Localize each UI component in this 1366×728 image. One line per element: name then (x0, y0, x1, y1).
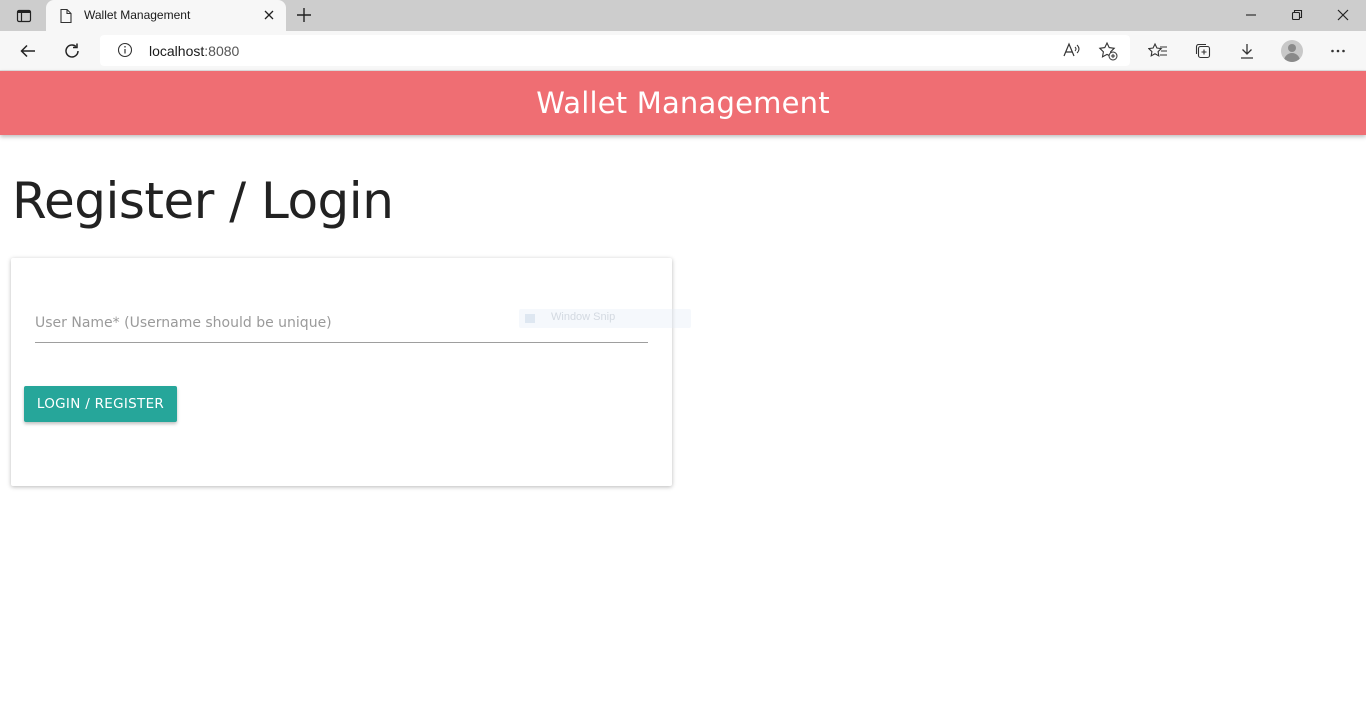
favorites-icon[interactable] (1148, 41, 1168, 61)
snip-overlay: Window Snip (519, 309, 691, 328)
info-icon[interactable] (117, 42, 133, 63)
snip-icon (525, 314, 535, 323)
url-host: localhost (149, 43, 205, 59)
browser-tab[interactable]: Wallet Management (46, 0, 286, 31)
app-title: Wallet Management (536, 86, 830, 120)
download-icon[interactable] (1237, 41, 1257, 61)
read-aloud-icon[interactable] (1063, 42, 1081, 63)
close-icon[interactable] (262, 8, 276, 27)
collections-icon[interactable] (1193, 41, 1213, 61)
back-icon[interactable] (18, 41, 38, 61)
profile-icon[interactable] (1281, 40, 1303, 62)
login-card: LOGIN / REGISTER Window Snip (11, 258, 691, 486)
browser-tab-bar: Wallet Management (0, 0, 1366, 31)
browser-toolbar: localhost:8080 (0, 31, 1366, 71)
snip-label: Window Snip (551, 311, 616, 323)
tab-title: Wallet Management (84, 8, 191, 22)
page-icon (59, 8, 73, 29)
login-register-button[interactable]: LOGIN / REGISTER (24, 386, 177, 422)
more-icon[interactable] (1328, 41, 1348, 61)
app-header: Wallet Management (0, 71, 1366, 135)
close-window-icon[interactable] (1336, 8, 1350, 27)
add-favorite-icon[interactable] (1098, 41, 1118, 66)
url-port: :8080 (204, 43, 240, 59)
url-text[interactable]: localhost:8080 (149, 43, 239, 59)
plus-icon[interactable] (296, 7, 312, 28)
restore-icon[interactable] (1290, 8, 1304, 27)
refresh-icon[interactable] (62, 41, 82, 61)
tab-actions-icon[interactable] (10, 6, 38, 26)
address-bar[interactable]: localhost:8080 (100, 35, 1130, 66)
minimize-icon[interactable] (1244, 8, 1258, 27)
page-title: Register / Login (12, 172, 394, 230)
